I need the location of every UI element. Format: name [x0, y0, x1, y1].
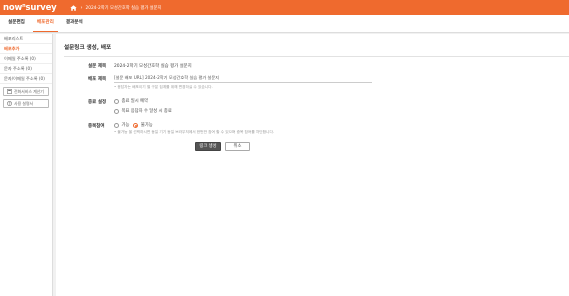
tab-deploy-manage[interactable]: 배포관리	[32, 14, 58, 32]
phone-service-calculator-label: 전화서비스 계산기	[14, 88, 44, 94]
sidebar-item-sms-contacts[interactable]: 문자 주소록 (0)	[0, 64, 52, 74]
survey-title-value: 2024-2학기 모성간호학 실습 평가 설문지	[114, 64, 192, 69]
end-option-schedule[interactable]: 종료 일시 예약	[114, 98, 148, 104]
end-schedule-label: 종료 일시 예약	[121, 99, 148, 104]
user-manual-button[interactable]: 사용 설명서	[3, 99, 49, 108]
tab-result-analysis[interactable]: 결과분석	[62, 14, 87, 32]
duplicate-options: 가능 불가능	[114, 122, 153, 128]
sidebar-item-deploy-add[interactable]: 배포추가	[0, 44, 52, 54]
sidebar-item-deploy-list[interactable]: 배포리스트	[0, 34, 52, 44]
create-link-button[interactable]: 링크 생성	[195, 142, 221, 151]
end-schedule-radio[interactable]	[114, 98, 119, 104]
tab-survey-edit[interactable]: 설문편집	[4, 14, 29, 32]
breadcrumb-separator: ›	[80, 4, 83, 11]
end-target-radio[interactable]	[114, 108, 119, 114]
duplicate-help: • 불가능 을 선택하시면 동일 기기 동일 브라우저에서 한번만 참여 할 수…	[114, 130, 275, 134]
deploy-name-input[interactable]	[114, 74, 372, 83]
end-setting-label: 종료 설정	[88, 100, 107, 105]
cancel-button[interactable]: 취소	[225, 142, 250, 151]
main-content: 설문링크 생성, 배포 설문 제목 2024-2학기 모성간호학 실습 평가 설…	[56, 34, 569, 296]
deploy-name-label: 배포 제목	[88, 77, 107, 82]
survey-title-label: 설문 제목	[88, 64, 107, 69]
page-title: 설문링크 생성, 배포	[64, 45, 112, 51]
sidebar-item-email-contacts[interactable]: 이메일 주소록 (0)	[0, 54, 52, 64]
logo[interactable]: nownsurvey	[3, 2, 57, 13]
duplicate-participation-label: 중복참여	[88, 124, 105, 129]
phone-service-calculator-button[interactable]: 전화서비스 계산기	[3, 87, 49, 96]
breadcrumb-title[interactable]: 2024-2학기 모성간호학 실습 평가 설문지	[85, 5, 161, 11]
title-divider	[64, 56, 569, 57]
duplicate-deny-radio[interactable]	[133, 122, 139, 128]
duplicate-deny-label: 불가능	[140, 123, 153, 128]
end-target-label: 목표 응답자 수 달성 시 종료	[121, 109, 172, 114]
breadcrumb: › 2024-2학기 모성간호학 실습 평가 설문지	[70, 4, 162, 11]
help-circle-icon	[7, 101, 12, 106]
tab-bar: 설문편집 배포관리 결과분석	[0, 15, 569, 33]
top-bar: nownsurvey › 2024-2학기 모성간호학 실습 평가 설문지	[0, 0, 569, 15]
deploy-name-help: • 응답자는 배포이기 별 구분 집계를 위해 변경하실 수 있습니다.	[114, 85, 213, 89]
logo-superscript: n	[22, 2, 26, 9]
sidebar-item-sms-email-contacts[interactable]: 문자/이메일 주소록 (0)	[0, 74, 52, 84]
home-icon[interactable]	[70, 4, 78, 11]
duplicate-allow-label: 가능	[121, 123, 130, 128]
calculator-icon	[7, 89, 12, 95]
user-manual-label: 사용 설명서	[14, 100, 34, 106]
end-option-target[interactable]: 목표 응답자 수 달성 시 종료	[114, 108, 172, 114]
duplicate-allow-radio[interactable]	[114, 122, 119, 128]
sidebar: 배포리스트 배포추가 이메일 주소록 (0) 문자 주소록 (0) 문자/이메일…	[0, 34, 53, 296]
